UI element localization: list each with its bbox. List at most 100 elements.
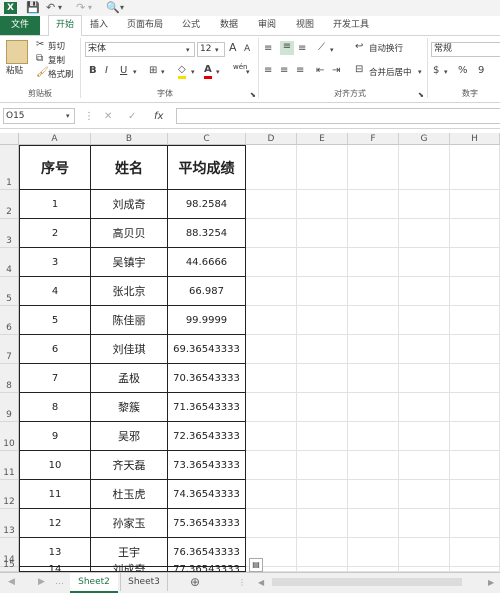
- sheet-cell[interactable]: [246, 422, 297, 451]
- sheet-cell[interactable]: [399, 335, 450, 364]
- select-all-corner[interactable]: [0, 133, 19, 145]
- sheet-cell[interactable]: [246, 190, 297, 219]
- format-painter-icon[interactable]: 🖌: [36, 67, 49, 79]
- row-header[interactable]: 6: [0, 306, 19, 335]
- sheet-cell[interactable]: [297, 248, 348, 277]
- sheet-cell[interactable]: [246, 393, 297, 422]
- table-cell[interactable]: 孟极: [91, 364, 168, 393]
- table-cell[interactable]: 12: [19, 509, 91, 538]
- enter-icon[interactable]: ✓: [128, 111, 136, 123]
- table-cell[interactable]: 4: [19, 277, 91, 306]
- column-header[interactable]: E: [297, 133, 348, 145]
- chevron-down-icon[interactable]: ▾: [444, 66, 448, 78]
- sheet-cell[interactable]: [348, 451, 399, 480]
- table-cell[interactable]: 9: [19, 422, 91, 451]
- cut-icon[interactable]: ✂: [36, 39, 44, 51]
- borders-icon[interactable]: ⊞: [149, 65, 157, 77]
- sheet-cell[interactable]: [246, 145, 297, 190]
- column-header[interactable]: D: [246, 133, 297, 145]
- sheet-cell[interactable]: [450, 248, 500, 277]
- row-header[interactable]: 3: [0, 219, 19, 248]
- sheet-cell[interactable]: [246, 335, 297, 364]
- sheet-cell[interactable]: [297, 364, 348, 393]
- sheet-cell[interactable]: [348, 248, 399, 277]
- table-cell[interactable]: 刘佳琪: [91, 335, 168, 364]
- sheet-cell[interactable]: [297, 451, 348, 480]
- chevron-down-icon[interactable]: ▾: [216, 66, 220, 78]
- chevron-down-icon[interactable]: ▾: [66, 110, 70, 122]
- font-size-select[interactable]: 12: [197, 42, 225, 57]
- sheet-cell[interactable]: [297, 480, 348, 509]
- sheet-cell[interactable]: [399, 364, 450, 393]
- sheet-cell[interactable]: [297, 335, 348, 364]
- dialog-launcher-icon[interactable]: ⬊: [250, 89, 256, 101]
- table-cell[interactable]: 73.36543333: [168, 451, 246, 480]
- sheet-cell[interactable]: [297, 393, 348, 422]
- sheet-cell[interactable]: [450, 306, 500, 335]
- merge-center-button[interactable]: 合并后居中: [369, 66, 412, 78]
- align-left-icon[interactable]: ≡: [264, 65, 272, 77]
- shrink-font-icon[interactable]: A: [244, 43, 250, 55]
- table-cell[interactable]: 吴镇宇: [91, 248, 168, 277]
- table-cell[interactable]: 2: [19, 219, 91, 248]
- row-header[interactable]: 10: [0, 422, 19, 451]
- tab-data[interactable]: 数据: [214, 16, 244, 35]
- number-format-select[interactable]: 常规: [431, 42, 500, 57]
- redo-dropdown-icon[interactable]: ▾: [88, 1, 92, 15]
- table-cell[interactable]: 98.2584: [168, 190, 246, 219]
- italic-button[interactable]: I: [105, 65, 108, 77]
- sheet-cell[interactable]: [399, 451, 450, 480]
- table-cell[interactable]: 1: [19, 190, 91, 219]
- table-cell[interactable]: 孙家玉: [91, 509, 168, 538]
- paste-icon[interactable]: [6, 40, 28, 64]
- row-header[interactable]: 7: [0, 335, 19, 364]
- sheet-cell[interactable]: [348, 335, 399, 364]
- tab-page-layout[interactable]: 页面布局: [122, 16, 168, 35]
- underline-button[interactable]: U: [120, 65, 127, 77]
- sheet-cell[interactable]: [348, 190, 399, 219]
- table-cell[interactable]: 44.6666: [168, 248, 246, 277]
- prev-sheet-icon[interactable]: ◀: [8, 576, 15, 588]
- sheet-cell[interactable]: [399, 219, 450, 248]
- print-preview-icon[interactable]: 🔍: [106, 1, 120, 15]
- sheet-cell[interactable]: [399, 393, 450, 422]
- sheet-cell[interactable]: [399, 480, 450, 509]
- formula-input[interactable]: [176, 108, 500, 124]
- sheet-cell[interactable]: [348, 145, 399, 190]
- percent-style-button[interactable]: %: [458, 65, 468, 77]
- align-middle-icon[interactable]: ≡: [280, 41, 294, 55]
- tab-split-icon[interactable]: ⋮: [238, 577, 246, 589]
- name-box[interactable]: O15: [3, 108, 75, 124]
- sheet-cell[interactable]: [399, 306, 450, 335]
- sheet-cell[interactable]: [450, 335, 500, 364]
- table-cell[interactable]: 刘成奇: [91, 190, 168, 219]
- table-cell[interactable]: 72.36543333: [168, 422, 246, 451]
- tab-view[interactable]: 视图: [290, 16, 320, 35]
- sheet-cell[interactable]: [246, 451, 297, 480]
- sheet-cell[interactable]: [450, 538, 500, 567]
- sheet-cell[interactable]: [246, 509, 297, 538]
- table-cell[interactable]: 99.9999: [168, 306, 246, 335]
- sheet-cell[interactable]: [450, 190, 500, 219]
- column-header[interactable]: H: [450, 133, 500, 145]
- sheet-cell[interactable]: [297, 306, 348, 335]
- cancel-icon[interactable]: ✕: [104, 111, 112, 123]
- sheet-cell[interactable]: [348, 306, 399, 335]
- sheet-cell[interactable]: [399, 145, 450, 190]
- sheet-tab[interactable]: Sheet2: [70, 573, 118, 593]
- next-sheet-icon[interactable]: ▶: [38, 576, 45, 588]
- row-header[interactable]: 13: [0, 509, 19, 538]
- table-cell[interactable]: 杜玉虎: [91, 480, 168, 509]
- row-header[interactable]: 12: [0, 480, 19, 509]
- paste-options-icon[interactable]: ▤: [249, 558, 263, 572]
- sheet-cell[interactable]: [399, 277, 450, 306]
- table-header-cell[interactable]: 姓名: [91, 145, 168, 190]
- table-cell[interactable]: 69.36543333: [168, 335, 246, 364]
- chevron-down-icon[interactable]: ▾: [215, 44, 219, 56]
- sheet-cell[interactable]: [450, 509, 500, 538]
- sheet-cell[interactable]: [399, 422, 450, 451]
- increase-indent-icon[interactable]: ⇥: [332, 65, 340, 77]
- row-header[interactable]: 1: [0, 145, 19, 190]
- redo-icon[interactable]: ↷: [76, 1, 85, 15]
- table-cell[interactable]: 3: [19, 248, 91, 277]
